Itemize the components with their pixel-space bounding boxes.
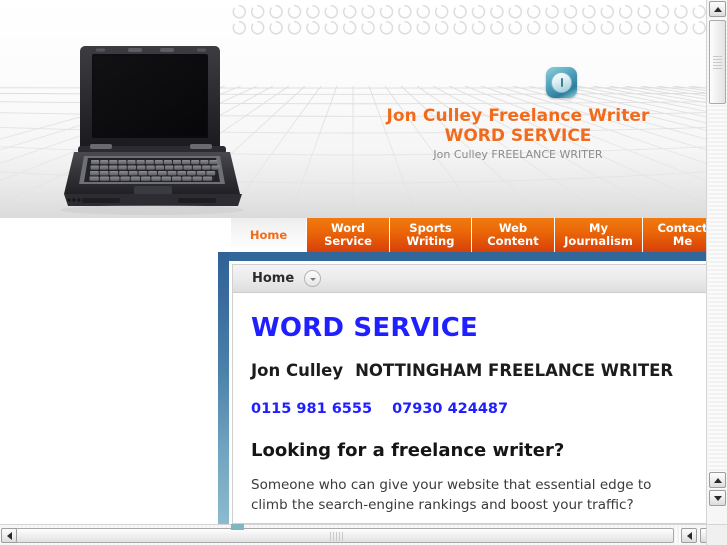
browser-window: Jon Culley Freelance Writer WORD SERVICE… xyxy=(0,0,727,545)
brand-block: Jon Culley Freelance Writer WORD SERVICE… xyxy=(330,106,706,162)
nav-tab-label: Home xyxy=(249,227,288,242)
laptop-image xyxy=(52,40,252,215)
byline-name: Jon Culley xyxy=(251,361,344,380)
section-subheading: Looking for a freelance writer? xyxy=(251,440,565,461)
triangle-down-icon xyxy=(713,495,722,501)
dotted-arc-pattern xyxy=(231,0,706,42)
nav-tab-contact[interactable]: Contact Me xyxy=(643,218,706,252)
horizontal-scrollbar-thumb[interactable] xyxy=(12,528,674,543)
site-logo-badge xyxy=(546,67,577,98)
article-body: WORD SERVICE Jon Culley NOTTINGHAM FREELA… xyxy=(233,294,706,524)
scrollbar-corner xyxy=(706,524,727,545)
power-button-icon xyxy=(551,72,572,93)
scroll-left-button[interactable] xyxy=(1,528,17,543)
byline: Jon Culley NOTTINGHAM FREELANCE WRITER xyxy=(251,361,688,381)
phone-mobile[interactable]: 07930 424487 xyxy=(392,401,508,417)
main-navigation: Home Word Service Sports Writing Web Content My… xyxy=(231,218,706,252)
panel-left-border xyxy=(218,252,229,524)
nav-tab-label-2: Journalism xyxy=(564,234,633,248)
content-panel: Home WORD SERVICE Jon Culley NOTTINGHAM F… xyxy=(218,252,706,524)
triangle-up-icon xyxy=(713,477,722,483)
breadcrumb[interactable]: Home xyxy=(233,265,706,293)
triangle-left-icon xyxy=(686,531,692,540)
chevron-down-icon[interactable] xyxy=(304,270,322,287)
nav-tab-sports[interactable]: Sports Writing xyxy=(390,218,472,252)
brand-line-2: WORD SERVICE xyxy=(444,126,592,146)
triangle-left-icon xyxy=(6,531,12,540)
brand-tagline: Jon Culley FREELANCE WRITER xyxy=(433,148,603,161)
phone-landline[interactable]: 0115 981 6555 xyxy=(251,401,372,417)
vertical-scrollbar[interactable] xyxy=(706,0,727,524)
triangle-up-icon xyxy=(713,6,722,12)
phone-numbers: 0115 981 6555 07930 424487 xyxy=(251,400,688,418)
scroll-up-button[interactable] xyxy=(709,1,726,17)
scroll-left-button-right[interactable] xyxy=(681,528,697,543)
breadcrumb-label[interactable]: Home xyxy=(252,271,294,286)
content-area: Home WORD SERVICE Jon Culley NOTTINGHAM F… xyxy=(232,264,706,524)
page-viewport: Jon Culley Freelance Writer WORD SERVICE… xyxy=(0,0,706,524)
nav-tab-word[interactable]: Word Service xyxy=(307,218,390,252)
brand-line-1: Jon Culley Freelance Writer xyxy=(386,106,650,126)
nav-tab-home[interactable]: Home xyxy=(231,218,307,252)
panel-top-border xyxy=(218,252,706,261)
byline-role: NOTTINGHAM FREELANCE WRITER xyxy=(355,361,674,380)
scroll-position-marker xyxy=(231,524,244,530)
horizontal-scrollbar[interactable] xyxy=(0,524,727,545)
nav-tab-label-2: Me xyxy=(672,234,693,248)
nav-tab-label-2: Writing xyxy=(406,234,455,248)
nav-tab-label-2: Service xyxy=(324,234,372,248)
page-title: WORD SERVICE xyxy=(251,313,478,343)
hero-banner: Jon Culley Freelance Writer WORD SERVICE… xyxy=(0,0,706,218)
nav-tab-my[interactable]: My Journalism xyxy=(555,218,643,252)
nav-tab-web[interactable]: Web Content xyxy=(472,218,555,252)
vertical-scrollbar-thumb[interactable] xyxy=(709,20,726,104)
nav-tab-label-2: Content xyxy=(487,234,539,248)
intro-paragraph: Someone who can give your website that e… xyxy=(251,477,652,513)
scroll-up-button-lower[interactable] xyxy=(709,472,726,488)
scroll-down-button[interactable] xyxy=(709,490,726,506)
